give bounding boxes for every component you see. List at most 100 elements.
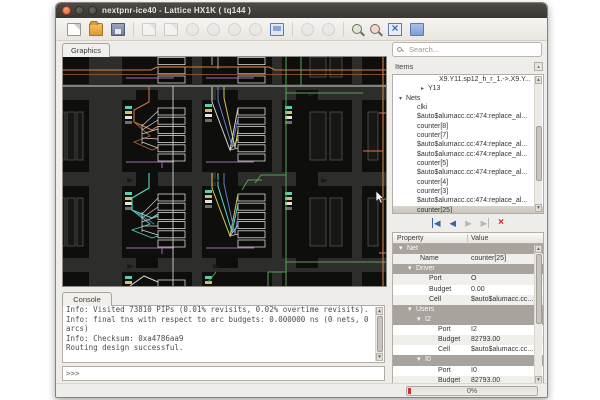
tree-item-row[interactable]: counter[5] — [393, 159, 543, 168]
property-name: Port — [429, 274, 442, 284]
property-value: I2 — [471, 325, 477, 335]
window-close-button[interactable] — [62, 6, 71, 15]
tree-item-row[interactable]: counter[4] — [393, 178, 543, 187]
chevron-down-icon[interactable]: ▾ — [408, 264, 412, 274]
cycle-next-button[interactable] — [322, 23, 335, 36]
console-output: Info: Visited 73810 PIPs (0.01% revisits… — [62, 305, 385, 363]
tree-item-label: counter[5] — [417, 160, 448, 167]
fpga-canvas[interactable] — [62, 56, 387, 287]
history-back-button[interactable]: ◀ — [450, 218, 457, 228]
property-row[interactable]: Cell$auto$alumacc.cc... — [393, 295, 543, 305]
tree-item-label: Y13 — [428, 85, 440, 92]
window-maximize-button[interactable] — [88, 6, 97, 15]
property-row[interactable]: Budget82793.00 — [393, 335, 543, 345]
tab-graphics[interactable]: Graphics — [62, 43, 110, 57]
property-row[interactable]: Port I0 — [393, 366, 543, 376]
tree-item-row[interactable]: $auto$alumacc.cc:474:replace_al... — [393, 196, 543, 205]
scroll-up-icon[interactable]: ▲ — [376, 307, 383, 315]
assign-budget-button[interactable] — [207, 23, 220, 36]
tree-item-row[interactable]: counter[25] — [393, 206, 543, 214]
property-value: O — [471, 274, 476, 284]
property-value: counter[25] — [471, 254, 506, 264]
selection-history-toolbar: ◀ ◀ ▶ ▶ × — [392, 216, 544, 230]
property-group-label: Driver — [416, 264, 435, 274]
history-first-button[interactable]: ◀ — [432, 218, 441, 228]
open-file-button[interactable] — [89, 23, 103, 36]
property-name: Budget — [429, 285, 451, 295]
console-input[interactable] — [62, 366, 385, 381]
new-file-button[interactable] — [67, 23, 81, 36]
tree-item-row[interactable]: $auto$alumacc.cc:474:replace_al... — [393, 150, 543, 159]
property-name: Name — [420, 254, 439, 264]
console-scrollbar[interactable]: ▲ ▼ — [375, 307, 383, 361]
tree-item-row[interactable]: clki — [393, 103, 543, 112]
tree-group-row[interactable]: ▸Y13 — [393, 84, 543, 93]
property-group-row[interactable]: ▾ Net — [393, 244, 543, 254]
clear-selection-button[interactable]: × — [498, 218, 504, 228]
property-group-row[interactable]: ▾ I2 — [393, 315, 543, 325]
cycle-prev-button[interactable] — [301, 23, 314, 36]
chevron-down-icon[interactable]: ▾ — [399, 244, 403, 254]
tab-console[interactable]: Console — [62, 292, 112, 306]
titlebar[interactable]: nextpnr-ice40 - Lattice HX1K ( tq144 ) — [56, 3, 547, 18]
toolbar — [56, 18, 547, 41]
save-json-button[interactable] — [164, 23, 178, 36]
items-scrollbar[interactable]: ▲ ▼ — [534, 76, 542, 212]
history-last-button[interactable]: ▶ — [481, 218, 490, 228]
chevron-down-icon[interactable]: ▾ — [417, 355, 421, 365]
scroll-down-icon[interactable]: ▼ — [535, 204, 542, 212]
save-file-button[interactable] — [111, 23, 125, 36]
property-row[interactable]: Name counter[25] — [393, 254, 543, 264]
desktop-background: { "window": { "title": "nextpnr-ice40 - … — [0, 0, 600, 400]
search-icon — [397, 47, 402, 52]
route-design-button[interactable] — [249, 23, 262, 36]
window-title: nextpnr-ice40 - Lattice HX1K ( tq144 ) — [102, 3, 251, 18]
search-input[interactable] — [407, 43, 537, 56]
window-minimize-button[interactable] — [75, 6, 84, 15]
property-row[interactable]: Budget0.00 — [393, 285, 543, 295]
console-line: Info: final tns with respect to arc budg… — [66, 315, 372, 334]
place-design-button[interactable] — [228, 23, 241, 36]
zoom-selection-button[interactable] — [388, 23, 402, 36]
tree-item-row[interactable]: counter[8] — [393, 122, 543, 131]
property-row[interactable]: PortI2 — [393, 325, 543, 335]
property-scrollbar[interactable]: ▲ ▼ — [534, 245, 542, 384]
scroll-up-icon[interactable]: ▲ — [535, 76, 542, 84]
items-collapse-button[interactable]: ▴ — [534, 62, 543, 71]
tree-item-row[interactable]: counter[3] — [393, 187, 543, 196]
toolbar-separator — [292, 22, 293, 37]
property-row[interactable]: Cell$auto$alumacc.cc... — [393, 345, 543, 355]
zoom-out-button[interactable] — [370, 24, 380, 34]
toolbar-separator — [343, 22, 344, 37]
tree-item-row[interactable]: $auto$alumacc.cc:474:replace_al... — [393, 112, 543, 121]
property-value: I0 — [471, 366, 477, 376]
property-row[interactable]: Port O — [393, 274, 543, 284]
open-json-button[interactable] — [142, 23, 156, 36]
property-group-row[interactable]: ▾ I0 — [393, 355, 543, 365]
zoom-outbound-button[interactable] — [410, 23, 424, 36]
property-group-row[interactable]: ▾ Users — [393, 305, 543, 315]
tree-item-label: $auto$alumacc.cc:474:replace_al... — [417, 197, 527, 204]
tree-item-row[interactable]: $auto$alumacc.cc:474:replace_al... — [393, 140, 543, 149]
property-group-label: I0 — [425, 355, 431, 365]
scroll-up-icon[interactable]: ▲ — [535, 245, 542, 253]
chevron-down-icon[interactable]: ▾ — [417, 315, 421, 325]
items-panel-header: Items ▴ — [392, 60, 544, 73]
tree-item-label: $auto$alumacc.cc:474:replace_al... — [417, 141, 527, 148]
zoom-in-button[interactable] — [352, 24, 362, 34]
screenshot-button[interactable] — [270, 23, 284, 36]
progress-label: 0% — [407, 387, 537, 396]
history-forward-button[interactable]: ▶ — [465, 218, 472, 228]
tree-group-row[interactable]: ▾Nets — [393, 94, 543, 103]
tree-item-row[interactable]: $auto$alumacc.cc:474:replace_al... — [393, 168, 543, 177]
property-group-row[interactable]: ▾ Driver — [393, 264, 543, 274]
pack-design-button[interactable] — [186, 23, 199, 36]
tree-item-row[interactable]: X9.Y11.sp12_h_r_1.->.X9.Y... — [393, 75, 543, 84]
property-column-header: Property — [397, 233, 423, 244]
items-tree: X9.Y11.sp12_h_r_1.->.X9.Y...▸Y13▾Netsclk… — [392, 74, 544, 214]
chevron-down-icon[interactable]: ▾ — [408, 305, 412, 315]
progress-bar: 0% — [406, 386, 538, 396]
tree-item-row[interactable]: counter[7] — [393, 131, 543, 140]
scroll-down-icon[interactable]: ▼ — [376, 353, 383, 361]
property-name: Port — [438, 366, 451, 376]
